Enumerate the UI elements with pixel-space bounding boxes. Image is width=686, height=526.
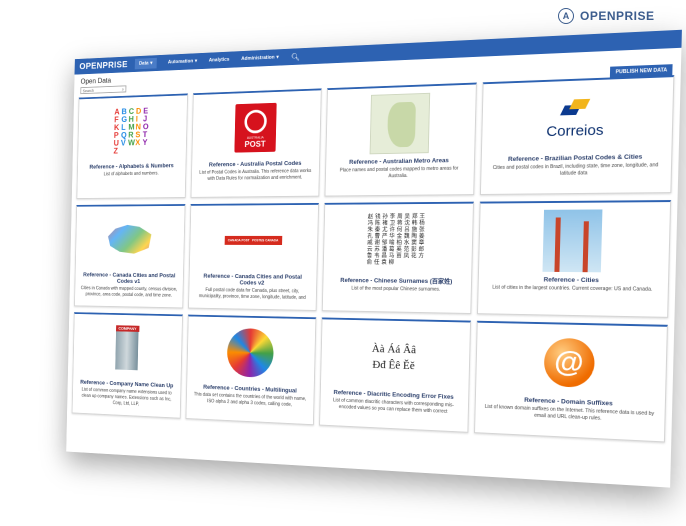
card-thumbnail: ABCDEFGHIJKLMNOPQRSTUVWXYZ [83, 103, 183, 160]
nav-item-data[interactable]: Data ▾ [134, 57, 157, 70]
search-placeholder: Search [82, 87, 94, 93]
card-domain-suffixes[interactable]: @ Reference - Domain Suffixes List of kn… [473, 320, 668, 443]
flag-globe-image [226, 327, 275, 378]
card-description: Full postal code data for Canada, plus s… [198, 287, 306, 301]
search-icon[interactable]: 🔍︎ [291, 52, 300, 61]
card-thumbnail: Correios [487, 85, 666, 151]
diacritic-line: Àà Áá Ââ [371, 341, 417, 357]
page-title: Open Data [80, 76, 112, 86]
diacritic-image: Àà Áá Ââ Ðđ Êê Ěě [371, 341, 417, 374]
card-description: This data set contains the countries of … [193, 391, 307, 408]
card-title: Reference - Cities [543, 276, 599, 285]
chevron-down-icon: ▾ [150, 60, 153, 67]
chevron-down-icon: ▾ [194, 58, 198, 64]
card-title: Reference - Canada Cities and Postal Cod… [203, 273, 302, 287]
card-description: List of common company name extensions u… [81, 387, 172, 407]
card-countries[interactable]: Reference - Countries - Multilingual Thi… [185, 314, 317, 426]
card-description: List of Postal Codes in Australia. This … [199, 168, 312, 182]
card-thumbnail [331, 92, 469, 155]
card-thumbnail [484, 209, 663, 273]
alphabet-letter: Y [142, 137, 148, 147]
nav-item-label: Analytics [208, 57, 230, 64]
title-search-group: Open Data Search ⌕ [80, 76, 127, 95]
search-icon: ⌕ [121, 86, 124, 92]
correios-mark-icon [562, 98, 589, 120]
company-building-image: COMPANY [109, 325, 145, 373]
card-title: Reference - Chinese Surnames (百家姓) [340, 277, 453, 286]
card-thumbnail: 赵钱孙李周吴郑王冯陈褚卫蒋沈韩杨朱秦尤许何吕施张孔曹严华金魏陶姜戚谢邹喻柏水窦章… [329, 211, 467, 270]
card-description: List of cities in the largest countries.… [492, 284, 653, 293]
card-title: Reference - Alphabets & Numbers [89, 162, 174, 171]
card-thumbnail: COMPANY [78, 321, 177, 378]
card-description: Cities and postal codes in Brazil, inclu… [492, 162, 659, 177]
card-title: Reference - Brazilian Postal Codes & Cit… [507, 153, 643, 163]
nav-item-administration[interactable]: Administration ▾ [241, 55, 279, 62]
alphabet-letter: Z [113, 146, 118, 156]
nav-item-label: Administration [241, 54, 275, 62]
card-title: Reference - Canada Cities and Postal Cod… [83, 271, 176, 285]
card-diacritic[interactable]: Àà Áá Ââ Ðđ Êê Ěě Reference - Diacritic … [318, 317, 471, 433]
nav-item-automation[interactable]: Automation ▾ [168, 59, 197, 66]
logo-text: CANADA POST [227, 238, 250, 243]
card-grid: ABCDEFGHIJKLMNOPQRSTUVWXYZ Reference - A… [71, 75, 675, 487]
nav-item-label: Data [138, 60, 149, 67]
card-thumbnail: AUSTRALIA POST [198, 98, 315, 157]
post-circle-icon [244, 109, 268, 134]
card-company-cleanup[interactable]: COMPANY Reference - Company Name Clean U… [71, 312, 184, 419]
surname-glyph: 方 [418, 253, 425, 260]
canada-map-image [105, 221, 154, 260]
card-description: Place names and postal codes mapped to m… [339, 165, 459, 179]
card-thumbnail: Àà Áá Ââ Ðđ Êê Ěě [326, 327, 464, 389]
card-canada-v2[interactable]: CANADA POST POSTES CANADA Reference - Ca… [188, 202, 319, 311]
nav-item-analytics[interactable]: Analytics [209, 57, 230, 63]
chevron-down-icon: ▾ [276, 54, 279, 61]
at-sign-icon: @ [543, 337, 595, 388]
card-description: Cities in Canada with mapped county, cen… [80, 285, 178, 299]
card-description: List of the most popular Chinese surname… [351, 285, 441, 293]
diacritic-line: Ðđ Êê Ěě [372, 357, 415, 372]
card-australia-postal[interactable]: AUSTRALIA POST Reference - Australia Pos… [190, 88, 322, 198]
card-brazil-postal[interactable]: Correios Reference - Brazilian Postal Co… [479, 75, 675, 195]
chinese-surnames-image: 赵钱孙李周吴郑王冯陈褚卫蒋沈韩杨朱秦尤许何吕施张孔曹严华金魏陶姜戚谢邹喻柏水窦章… [367, 214, 427, 267]
golden-gate-image [542, 209, 603, 273]
australia-post-logo: AUSTRALIA POST [234, 102, 277, 153]
logo-text: POSTES CANADA [252, 238, 279, 243]
search-input[interactable]: Search ⌕ [80, 85, 127, 95]
nav-item-label: Automation [167, 58, 194, 66]
card-cities[interactable]: Reference - Cities List of cities in the… [476, 200, 672, 318]
app-screen: OPENPRISE Data ▾ Automation ▾ Analytics Ad… [66, 29, 682, 488]
nav-logo[interactable]: OPENPRISE [79, 60, 128, 72]
stage: OPENPRISE Data ▾ Automation ▾ Analytics Ad… [0, 0, 686, 526]
alphabet-image: ABCDEFGHIJKLMNOPQRSTUVWXYZ [113, 106, 150, 156]
surname-glyph: 柳 [388, 260, 395, 266]
card-title: Reference - Australian Metro Areas [349, 157, 449, 166]
logo-text: Correios [546, 121, 604, 140]
logo-text: POST [244, 139, 266, 149]
card-description: List of known domain suffixes on the Int… [484, 403, 655, 422]
canada-post-logo: CANADA POST POSTES CANADA [224, 235, 282, 245]
card-chinese-surnames[interactable]: 赵钱孙李周吴郑王冯陈褚卫蒋沈韩杨朱秦尤许何吕施张孔曹严华金魏陶姜戚谢邹喻柏水窦章… [321, 201, 474, 314]
card-thumbnail: CANADA POST POSTES CANADA [195, 212, 312, 269]
card-thumbnail: @ [481, 330, 660, 396]
card-thumbnail [80, 213, 179, 268]
card-alphabets[interactable]: ABCDEFGHIJKLMNOPQRSTUVWXYZ Reference - A… [76, 93, 189, 199]
correios-logo: Correios [546, 98, 604, 140]
map-image [369, 92, 430, 155]
card-canada-v1[interactable]: Reference - Canada Cities and Postal Cod… [74, 204, 186, 309]
card-description: List of alphabets and numbers. [103, 170, 159, 178]
card-title: Reference - Australia Postal Codes [208, 160, 302, 169]
building-body [115, 331, 139, 371]
card-thumbnail [193, 324, 310, 383]
card-australia-metro[interactable]: Reference - Australian Metro Areas Place… [324, 82, 477, 197]
